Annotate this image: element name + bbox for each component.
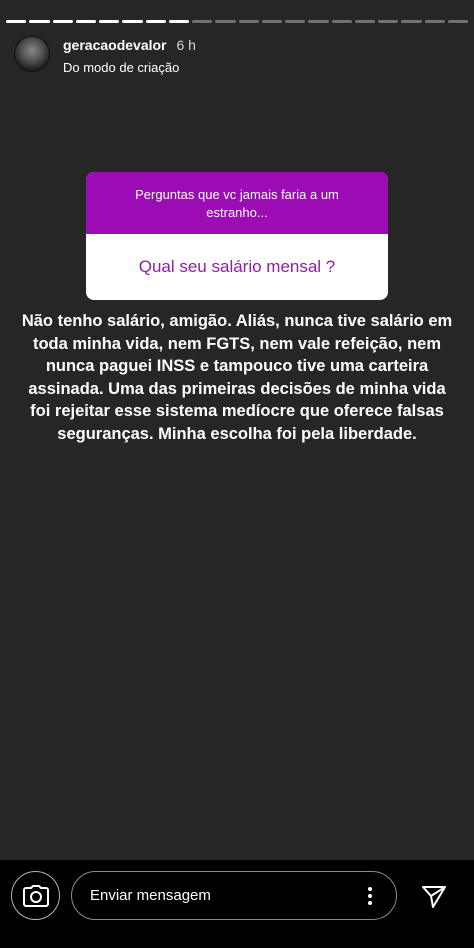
message-placeholder: Enviar mensagem <box>90 887 211 904</box>
username[interactable]: geracaodevalor <box>63 37 167 53</box>
question-prompt: Perguntas que vc jamais faria a um estra… <box>86 172 388 234</box>
camera-icon <box>22 884 49 907</box>
send-icon <box>422 886 446 908</box>
story-header: geracaodevalor 6 h Do modo de criação <box>14 36 196 75</box>
progress-segment <box>331 20 352 23</box>
send-button[interactable] <box>418 880 450 912</box>
progress-segment <box>99 20 120 23</box>
post-time: 6 h <box>176 37 196 53</box>
more-options-icon[interactable] <box>360 884 380 908</box>
camera-button[interactable] <box>11 871 60 920</box>
avatar[interactable] <box>14 36 50 72</box>
progress-segment <box>238 20 259 23</box>
progress-segment <box>75 20 96 23</box>
dot <box>368 887 372 891</box>
progress-segment <box>308 20 329 23</box>
progress-segment <box>52 20 73 23</box>
progress-segment <box>447 20 468 23</box>
progress-segment <box>401 20 422 23</box>
progress-segment <box>354 20 375 23</box>
story-subtitle: Do modo de criação <box>63 60 180 75</box>
progress-segment <box>6 20 27 23</box>
progress-segment <box>215 20 236 23</box>
progress-segment <box>122 20 143 23</box>
reply-bar: Enviar mensagem <box>0 860 474 948</box>
progress-segment <box>378 20 399 23</box>
question-sticker[interactable]: Perguntas que vc jamais faria a um estra… <box>86 172 388 300</box>
question-text: Qual seu salário mensal ? <box>138 257 336 276</box>
story-progress-bar <box>6 20 468 23</box>
progress-segment <box>192 20 213 23</box>
story-viewer[interactable]: geracaodevalor 6 h Do modo de criação Pe… <box>0 0 474 860</box>
progress-segment <box>424 20 445 23</box>
progress-segment <box>261 20 282 23</box>
dot <box>368 901 372 905</box>
progress-segment <box>29 20 50 23</box>
progress-segment <box>168 20 189 23</box>
progress-segment <box>145 20 166 23</box>
progress-segment <box>285 20 306 23</box>
dot <box>368 894 372 898</box>
message-input[interactable]: Enviar mensagem <box>71 871 397 920</box>
answer-text: Não tenho salário, amigão. Aliás, nunca … <box>21 312 453 443</box>
